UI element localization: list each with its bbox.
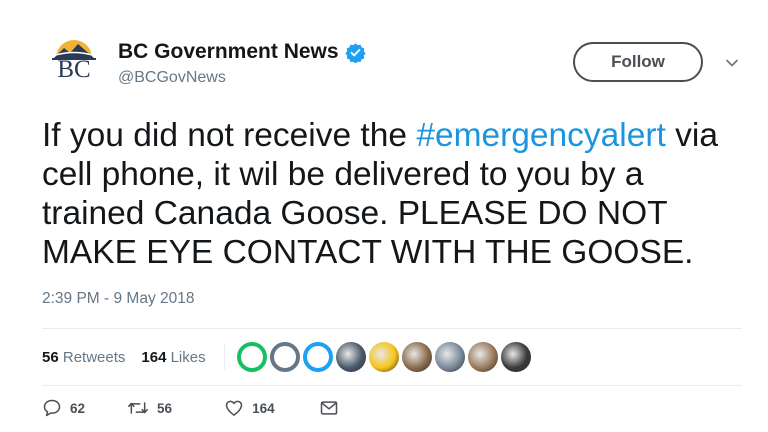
liker-avatar[interactable] [434,342,465,372]
tweet-actions: 62 56 164 [42,398,347,418]
liker-avatar[interactable] [368,342,399,372]
retweet-button[interactable]: 56 [127,398,172,418]
reply-icon [43,399,61,417]
tweet-text: If you did not receive the #emergencyale… [42,116,742,272]
tweet-header: BC BC Government News @BCGovNews [48,36,366,88]
account-handle[interactable]: @BCGovNews [118,69,366,87]
like-button[interactable]: 164 [224,398,275,418]
liker-avatar[interactable] [236,342,267,372]
retweets-label: Retweets [62,348,126,366]
hashtag-link[interactable]: #emergencyalert [416,117,666,154]
account-name-block: BC Government News @BCGovNews [118,40,366,87]
like-count: 164 [252,400,275,416]
liker-avatars [236,342,534,372]
tweet-card: BC BC Government News @BCGovNews Follow … [0,0,768,432]
liker-avatar[interactable] [401,342,432,372]
heart-icon [225,400,243,416]
divider [42,328,742,329]
divider [42,385,742,386]
stats-separator [223,344,225,370]
tweet-text-segment: If you did not receive the [42,117,417,154]
follow-button[interactable]: Follow [573,42,703,82]
reply-count: 62 [70,400,86,416]
retweet-count: 56 [157,400,173,416]
chevron-down-icon[interactable] [725,56,739,70]
name-row: BC Government News [118,40,366,64]
retweet-icon [128,402,148,414]
liker-avatar[interactable] [302,342,333,372]
likes-label: Likes [170,348,206,366]
avatar[interactable]: BC [48,36,100,88]
envelope-icon [320,401,337,415]
display-name[interactable]: BC Government News [118,40,339,64]
direct-message-button[interactable] [319,398,347,418]
tweet-stats: 56 Retweets 164 Likes [42,340,534,374]
liker-avatar[interactable] [467,342,498,372]
verified-badge-icon [345,42,366,63]
retweets-count: 56 [42,348,59,366]
liker-avatar[interactable] [269,342,300,372]
likes-stat[interactable]: 164 Likes [141,349,205,366]
avatar-text: BC [57,56,91,83]
retweets-stat[interactable]: 56 Retweets [42,349,125,366]
reply-button[interactable]: 62 [42,398,85,418]
liker-avatar[interactable] [335,342,366,372]
liker-avatar[interactable] [500,342,531,372]
tweet-timestamp[interactable]: 2:39 PM - 9 May 2018 [42,290,195,308]
likes-count: 164 [141,348,167,366]
